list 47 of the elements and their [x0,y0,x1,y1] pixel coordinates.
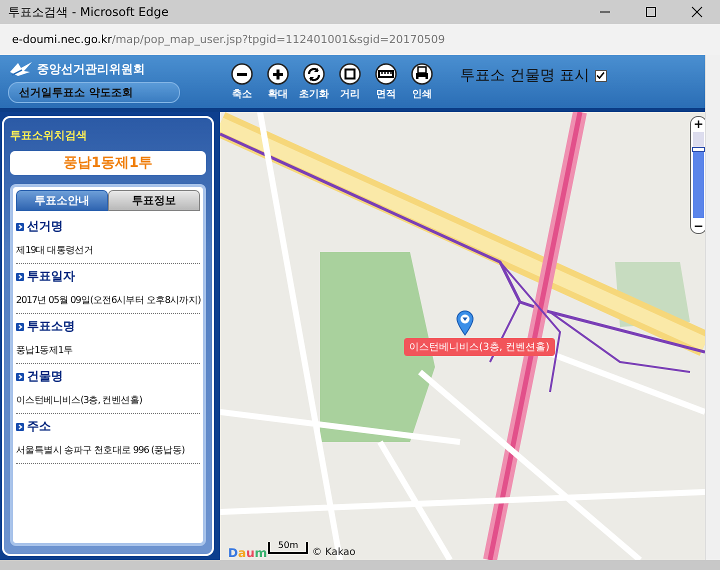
logo-icon [8,60,34,78]
checkbox[interactable] [594,70,607,82]
map-logo: Daum [228,546,268,560]
panel-title: 투표소위치검색 [10,128,88,143]
map-copyright: © Kakao [312,547,356,558]
vertical-scrollbar[interactable] [705,55,720,560]
plus-icon [267,62,289,84]
bullet-arrow-icon [16,422,24,430]
organization-name: 중앙선거관리위원회 [37,60,145,78]
field-label: 건물명 [27,368,63,385]
zoom-slider-thumb[interactable] [692,147,705,152]
field-value: 제19대 대통령선거 [16,244,94,257]
bullet-arrow-icon [16,272,24,280]
map-drawing[interactable] [220,112,705,560]
zoom-slider[interactable] [693,132,704,218]
field-value: 이스턴베니비스(3층, 컨벤션홀) [16,394,142,407]
field-label: 주소 [27,418,51,435]
toolbar-button[interactable]: 축소 [226,62,258,100]
field-label: 투표소명 [27,318,75,335]
tab[interactable]: 투표정보 [108,190,200,211]
field-value: 2017년 05월 09일(오전6시부터 오후8시까지) [16,294,201,307]
polling-station-name: 풍납1동제1투 [10,151,206,175]
toggle-label: 투표소 건물명 표시 [460,66,590,85]
bullet-arrow-icon [16,222,24,230]
zoom-out-button[interactable]: − [691,219,705,233]
bullet-arrow-icon [16,372,24,380]
field-label: 선거명 [27,218,63,235]
horizontal-scrollbar[interactable] [0,560,720,570]
field-value: 서울특별시 송파구 천호대로 996 (풍납동) [16,444,184,457]
reset-icon [303,62,325,84]
minus-icon [231,62,253,84]
field-label: 투표일자 [27,268,75,285]
page-subtitle: 선거일투표소 약도조회 [8,82,180,103]
tab[interactable]: 투표소안내 [16,190,108,211]
map-marker-icon[interactable] [456,310,474,336]
window-title: 투표소검색 - Microsoft Edge [8,4,170,20]
toolbar-button[interactable]: 초기화 [298,62,330,100]
toolbar-button[interactable]: 면적 [370,62,402,100]
print-icon [411,62,433,84]
map-scale: 50m [268,542,308,554]
bullet-arrow-icon [16,322,24,330]
toolbar-button[interactable]: 확대 [262,62,294,100]
toolbar-button[interactable]: 인쇄 [406,62,438,100]
field-value: 풍납1동제1투 [16,344,72,357]
zoom-in-button[interactable]: + [691,117,705,131]
toolbar-button[interactable]: 거리 [334,62,366,100]
marker-label: 이스턴베니비스(3층, 컨벤션홀) [404,338,555,356]
